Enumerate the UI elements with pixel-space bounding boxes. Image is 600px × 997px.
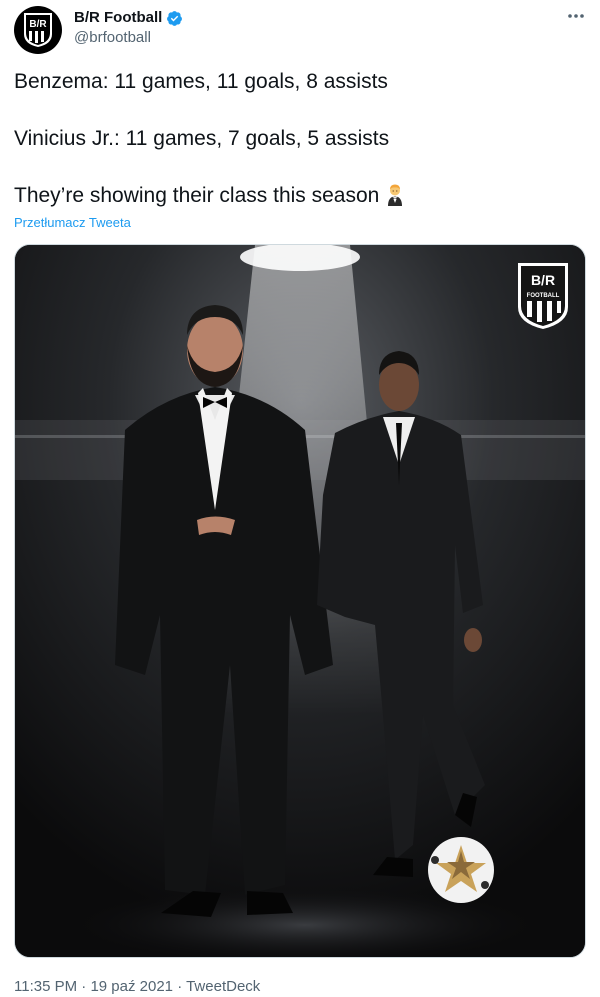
tweet-line-3: They’re showing their class this season xyxy=(14,182,586,210)
tweet-date: 19 paź 2021 xyxy=(90,978,174,995)
tweet-line-2: Vinicius Jr.: 11 games, 7 goals, 5 assis… xyxy=(14,127,390,150)
more-horizontal-icon xyxy=(568,14,584,18)
person-in-tuxedo-emoji xyxy=(388,184,403,206)
tweet-media-image[interactable]: B/R FOOTBALL xyxy=(14,244,586,958)
author-info: B/R Football @brfootball xyxy=(74,8,183,48)
verified-badge-icon xyxy=(167,10,183,26)
tweet-time-link[interactable]: 11:35 PM · 19 paź 2021 xyxy=(14,978,173,995)
author-display-name[interactable]: B/R Football xyxy=(74,8,162,28)
avatar-text: B/R xyxy=(29,19,47,30)
translate-tweet-link[interactable]: Przetłumacz Tweeta xyxy=(14,215,131,230)
more-options-button[interactable] xyxy=(566,6,586,31)
tweet-text: Benzema: 11 games, 11 goals, 8 assists V… xyxy=(14,68,586,210)
author-handle[interactable]: @brfootball xyxy=(74,28,183,48)
football-ball xyxy=(428,837,494,903)
meta-separator-1: · xyxy=(81,978,87,995)
meta-separator-2: · xyxy=(177,978,183,995)
media-illustration: B/R FOOTBALL xyxy=(15,245,585,957)
author-avatar[interactable]: B/R xyxy=(14,6,62,54)
media-logo-sub: FOOTBALL xyxy=(527,293,560,299)
tweet-time: 11:35 PM xyxy=(14,978,78,995)
tweet-line-1: Benzema: 11 games, 11 goals, 8 assists xyxy=(14,70,388,93)
media-logo-text: B/R xyxy=(531,272,555,288)
tweet-header: B/R B/R Football @brfootball xyxy=(14,6,586,54)
tweet-timestamp: 11:35 PM · 19 paź 2021 · TweetDeck xyxy=(14,977,260,997)
tweet-source-link[interactable]: TweetDeck xyxy=(186,978,260,995)
br-football-logo: B/R FOOTBALL xyxy=(518,263,568,329)
tweet-line-3-text: They’re showing their class this season xyxy=(14,184,380,207)
br-logo-icon: B/R xyxy=(24,13,52,47)
